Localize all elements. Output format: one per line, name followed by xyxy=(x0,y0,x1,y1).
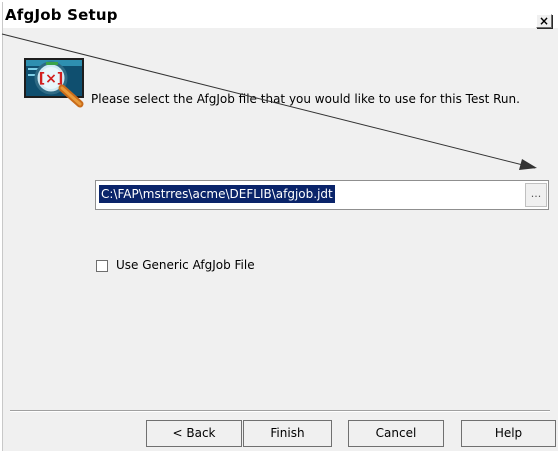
browse-button[interactable]: ... xyxy=(525,183,547,207)
title-bar: AfgJob Setup xyxy=(3,2,558,28)
window-title: AfgJob Setup xyxy=(5,6,118,24)
close-button[interactable]: × xyxy=(536,14,552,28)
afgjob-search-icon: [×] xyxy=(24,58,84,108)
use-generic-afgjob-label: Use Generic AfgJob File xyxy=(116,258,255,272)
help-button[interactable]: Help xyxy=(461,420,556,447)
back-button[interactable]: < Back xyxy=(146,420,242,447)
cancel-button[interactable]: Cancel xyxy=(348,420,444,447)
afgjob-file-path-input[interactable]: C:\FAP\mstrres\acme\DEFLIB\afgjob.jdt xyxy=(95,180,549,210)
file-path-text: C:\FAP\mstrres\acme\DEFLIB\afgjob.jdt xyxy=(99,185,335,203)
finish-button[interactable]: Finish xyxy=(243,420,332,447)
use-generic-afgjob-checkbox[interactable] xyxy=(96,260,108,272)
instruction-text: Please select the AfgJob file that you w… xyxy=(91,92,520,106)
svg-text:[×]: [×] xyxy=(39,71,64,87)
footer-divider xyxy=(10,410,550,412)
